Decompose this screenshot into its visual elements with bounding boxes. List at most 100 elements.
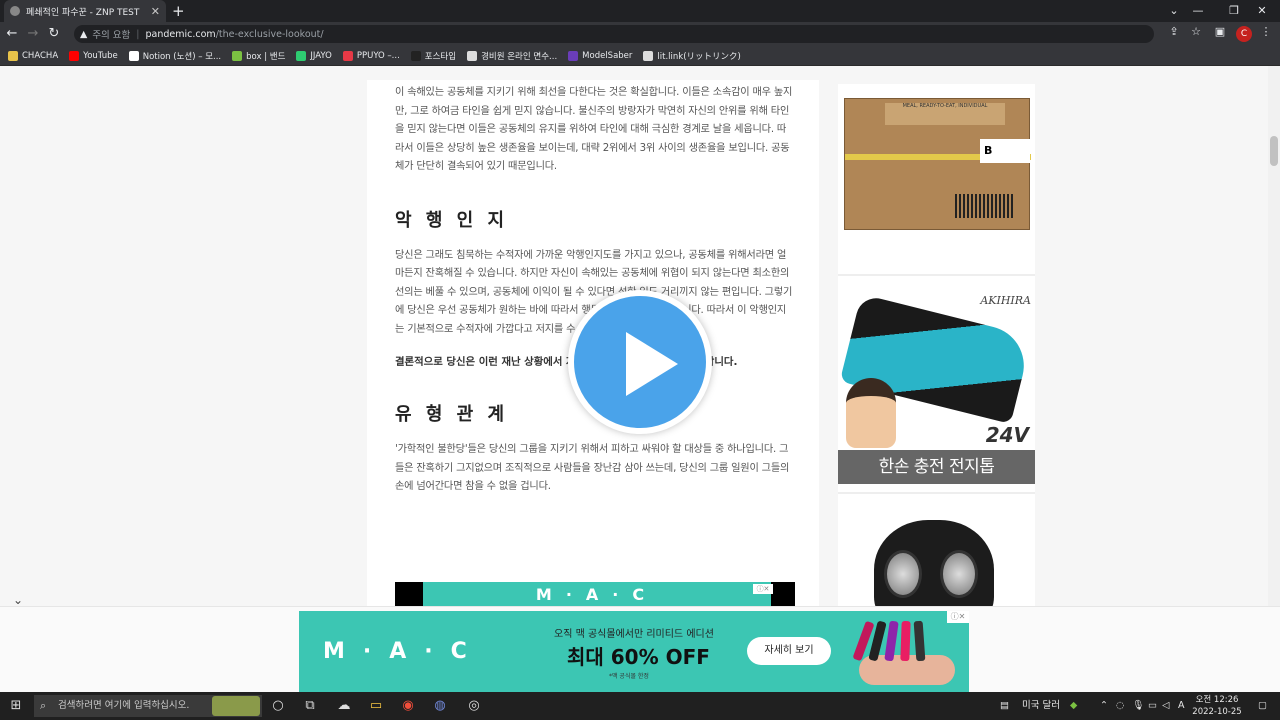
mac-banner-ad[interactable]: M·A·C 오직 맥 공식몰에서만 리미티드 에디션 최대 60% OFF *맥… bbox=[299, 611, 969, 693]
mre-box-image: MEAL, READY-TO-EAT, INDIVIDUAL B bbox=[844, 98, 1031, 230]
bookmark-star-icon[interactable]: ☆ bbox=[1188, 25, 1204, 38]
bookmark-item[interactable]: JJAYO bbox=[296, 50, 332, 61]
tray-overflow-icon[interactable]: ⌃ bbox=[1100, 692, 1108, 720]
close-window-button[interactable]: ✕ bbox=[1244, 0, 1280, 22]
bookmark-item[interactable]: 경비원 온라인 면수... bbox=[467, 50, 557, 62]
inline-advertisement[interactable]: M·A·C ⓘ✕ bbox=[395, 582, 795, 608]
clock-time: 오전 12:26 bbox=[1195, 695, 1239, 705]
bookmark-item[interactable]: PPUYO –... bbox=[342, 50, 400, 61]
bookmark-item[interactable]: lit.link(リットリンク) bbox=[643, 50, 741, 62]
ad-line-1: 오직 맥 공식몰에서만 리미티드 에디션 bbox=[554, 629, 714, 640]
chainsaw-ad[interactable]: AKIHIRA 24V 한손 충전 전지톱 bbox=[838, 278, 1035, 494]
network-icon[interactable]: ◌ bbox=[1116, 692, 1124, 720]
notification-icon[interactable]: ▢ bbox=[1258, 692, 1267, 720]
ime-icon[interactable]: A bbox=[1178, 692, 1185, 720]
voltage-label: 24V bbox=[985, 423, 1029, 447]
bottom-ad-bar: M·A·C 오직 맥 공식몰에서만 리미티드 에디션 최대 60% OFF *맥… bbox=[0, 606, 1280, 693]
app-icon[interactable]: ☁ bbox=[328, 692, 360, 720]
profile-avatar[interactable]: C bbox=[1236, 26, 1252, 42]
mask-lens-right-icon bbox=[940, 550, 978, 598]
tab-strip: 폐쇄적인 파수꾼 - ZNP TEST ✕ + ⌄ — ❐ ✕ bbox=[0, 0, 1280, 22]
taskbar-search[interactable]: ⌕ 검색하려면 여기에 입력하십시오. bbox=[34, 695, 262, 717]
bookmark-favicon-icon bbox=[8, 50, 18, 61]
new-tab-button[interactable]: + bbox=[172, 1, 185, 21]
bookmark-favicon-icon bbox=[643, 50, 654, 61]
ad-line-2: 최대 60% OFF bbox=[567, 645, 710, 669]
url-path: /the-exclusive-lookout/ bbox=[215, 28, 324, 40]
app-2-icon[interactable]: ◎ bbox=[458, 692, 490, 720]
gas-mask-image bbox=[874, 520, 994, 606]
tray-weather[interactable]: 미국 달러 bbox=[1022, 692, 1060, 720]
ad-close-icon[interactable]: ⓘ✕ bbox=[947, 611, 969, 623]
bookmark-favicon-icon bbox=[232, 50, 243, 61]
security-status: 주의 요함 bbox=[92, 30, 131, 41]
barcode-icon bbox=[955, 194, 1015, 218]
chrome-icon[interactable]: ◉ bbox=[392, 692, 424, 720]
mre-box-ad[interactable]: MEAL, READY-TO-EAT, INDIVIDUAL B bbox=[838, 84, 1035, 276]
warning-icon: ▲ bbox=[80, 28, 88, 40]
tab-title: 폐쇄적인 파수꾼 - ZNP TEST bbox=[26, 7, 140, 18]
scrollbar-thumb[interactable] bbox=[1270, 136, 1278, 166]
search-highlight-image bbox=[212, 696, 260, 716]
tray-app-icon[interactable]: ◆ bbox=[1070, 692, 1077, 720]
see-more-button[interactable]: 자세히 보기 bbox=[747, 637, 831, 665]
cortana-icon[interactable]: ○ bbox=[262, 692, 294, 720]
brand-name: AKIHIRA bbox=[980, 294, 1031, 307]
system-clock[interactable]: 오전 12:26 2022-10-25 bbox=[1192, 694, 1242, 718]
bookmark-label: YouTube bbox=[83, 50, 118, 61]
forward-icon[interactable]: → bbox=[24, 25, 42, 43]
bookmark-label: CHACHA bbox=[22, 50, 59, 61]
box-letter: B bbox=[980, 139, 1030, 163]
flag-icon: ▤ bbox=[1000, 700, 1009, 711]
minimize-button[interactable]: — bbox=[1180, 0, 1216, 22]
volume-icon[interactable]: ◁ bbox=[1162, 692, 1169, 720]
clock-date: 2022-10-25 bbox=[1192, 707, 1242, 717]
play-button[interactable] bbox=[568, 290, 712, 434]
url-separator: | bbox=[136, 28, 140, 40]
bookmark-favicon-icon bbox=[296, 50, 307, 61]
bookmark-label: 경비원 온라인 면수... bbox=[481, 51, 558, 62]
bookmark-label: JJAYO bbox=[310, 50, 332, 61]
menu-icon[interactable]: ⋮ bbox=[1258, 25, 1274, 38]
mask-lens-left-icon bbox=[884, 550, 922, 598]
bookmark-item[interactable]: ModelSaber bbox=[568, 50, 632, 61]
microphone-icon[interactable]: 🎙 bbox=[1132, 692, 1144, 720]
discord-icon[interactable]: ◍ bbox=[424, 692, 456, 720]
search-placeholder: 검색하려면 여기에 입력하십시오. bbox=[58, 700, 190, 711]
address-bar[interactable]: ▲ 주의 요함 | pandemic.com /the-exclusive-lo… bbox=[74, 25, 1154, 43]
windows-taskbar: ⊞ ⌕ 검색하려면 여기에 입력하십시오. ○ ⧉ ☁ ▭ ◉ ◍ ◎ ▤ 미국… bbox=[0, 692, 1280, 720]
file-explorer-icon[interactable]: ▭ bbox=[360, 692, 392, 720]
bookmark-item[interactable]: YouTube bbox=[69, 50, 118, 61]
bookmark-item[interactable]: CHACHA bbox=[8, 50, 59, 61]
close-tab-icon[interactable]: ✕ bbox=[151, 5, 160, 18]
bookmark-item[interactable]: Notion (노션) – 모... bbox=[128, 50, 221, 62]
heading-evil-awareness: 악 행 인 지 bbox=[395, 209, 509, 231]
vertical-scrollbar[interactable] bbox=[1268, 66, 1280, 692]
reload-icon[interactable]: ↻ bbox=[45, 25, 63, 43]
bookmark-favicon-icon bbox=[69, 50, 80, 61]
gas-mask-ad[interactable] bbox=[838, 496, 1035, 606]
play-icon bbox=[626, 332, 678, 396]
article-paragraph-1: 이 속해있는 공동체를 지키기 위해 최선을 다한다는 것은 확실합니다. 이들… bbox=[395, 87, 793, 172]
bookmark-label: PPUYO –... bbox=[356, 50, 400, 61]
lipstick-icon bbox=[913, 620, 926, 662]
bookmark-item[interactable]: box | 밴드 bbox=[232, 50, 285, 62]
bookmark-item[interactable]: 포스타입 bbox=[410, 50, 456, 62]
article-paragraph-3: '가학적인 불한당'들은 당신의 그룹을 지키기 위해서 피하고 싸워야 할 대… bbox=[395, 444, 790, 492]
side-panel-icon[interactable]: ▣ bbox=[1212, 25, 1228, 38]
task-view-icon[interactable]: ⧉ bbox=[294, 692, 326, 720]
browser-tab[interactable]: 폐쇄적인 파수꾼 - ZNP TEST ✕ bbox=[4, 0, 166, 22]
bookmark-favicon-icon bbox=[568, 50, 579, 61]
lipstick-icon bbox=[900, 620, 911, 662]
wifi-icon[interactable]: ▭ bbox=[1148, 692, 1157, 720]
favicon-icon bbox=[10, 6, 20, 16]
bookmark-favicon-icon bbox=[467, 50, 478, 61]
share-icon[interactable]: ⇪ bbox=[1166, 25, 1182, 38]
url-host: pandemic.com bbox=[145, 28, 216, 40]
windows-start-icon[interactable]: ⊞ bbox=[0, 692, 32, 720]
ad-close-icon[interactable]: ⓘ✕ bbox=[753, 584, 773, 594]
box-label: MEAL, READY-TO-EAT, INDIVIDUAL bbox=[885, 103, 1005, 125]
back-icon[interactable]: ← bbox=[3, 25, 21, 43]
inline-ad-logo: M·A·C bbox=[423, 582, 771, 608]
tool-caption: 한손 충전 전지톱 bbox=[838, 450, 1035, 484]
